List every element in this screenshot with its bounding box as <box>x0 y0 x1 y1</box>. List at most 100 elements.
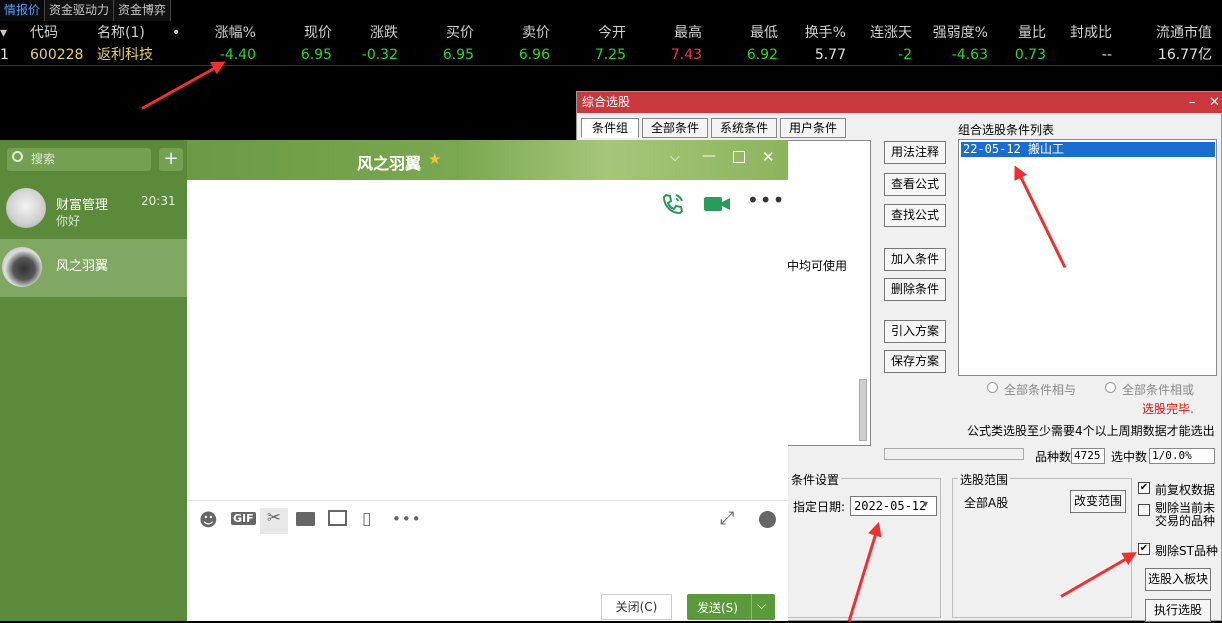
send-button[interactable]: 发送(S) ⌵ <box>687 594 775 620</box>
forward-adjust-label: 前复权数据 <box>1155 483 1216 497</box>
col-code[interactable]: 代码 <box>30 22 64 44</box>
scissors-icon[interactable]: ✂ <box>260 508 288 534</box>
tab-user-conditions[interactable]: 用户条件 <box>780 118 846 138</box>
col-vol-ratio[interactable]: 量比 <box>1000 22 1046 44</box>
gif-icon[interactable]: GIF <box>231 512 256 525</box>
find-formula-button[interactable]: 查找公式 <box>884 204 946 227</box>
col-strength[interactable]: 强弱度% <box>922 22 988 44</box>
avatar <box>2 247 42 287</box>
add-icon[interactable]: + <box>159 148 183 171</box>
count-label: 品种数 <box>1035 450 1072 464</box>
tab-condition-group[interactable]: 条件组 <box>581 118 639 138</box>
checkbox-forward-adjust[interactable]: ✔ <box>1138 482 1150 494</box>
shake-icon[interactable]: ▯ <box>362 509 371 529</box>
folder-icon[interactable] <box>296 512 315 526</box>
run-selection-button[interactable]: 执行选股 <box>1145 599 1211 622</box>
contact-item-active[interactable]: 风之羽翼 <box>0 239 187 297</box>
tab-quote[interactable]: 情报价 <box>0 0 46 21</box>
search-input[interactable]: 搜索 <box>7 148 151 171</box>
progress-bar <box>884 448 1024 460</box>
col-open[interactable]: 今开 <box>574 22 626 44</box>
col-low[interactable]: 最低 <box>726 22 778 44</box>
note-text: 公式类选股至少需要4个以上周期数据才能选出 <box>967 424 1215 438</box>
import-plan-button[interactable]: 引入方案 <box>884 320 946 343</box>
price: 6.95 <box>300 47 332 63</box>
add-condition-button[interactable]: 加入条件 <box>884 248 946 271</box>
image-icon[interactable] <box>328 510 347 526</box>
list-item[interactable]: 22-05-12 搬山工 <box>961 142 1215 157</box>
divider <box>751 594 752 620</box>
col-up-days[interactable]: 连涨天 <box>856 22 912 44</box>
send-label: 发送(S) <box>697 601 738 615</box>
save-plan-button[interactable]: 保存方案 <box>884 350 946 373</box>
view-formula-button[interactable]: 查看公式 <box>884 173 946 196</box>
usage-notes-button[interactable]: 用法注释 <box>884 141 946 164</box>
col-turnover[interactable]: 换手% <box>790 22 846 44</box>
minimize-icon[interactable]: — <box>702 148 716 164</box>
expand-icon[interactable]: ⤢ <box>720 508 734 529</box>
range-value: 全部A股 <box>964 496 1009 510</box>
stock-name: 返利科技 <box>97 47 153 63</box>
video-call-icon[interactable] <box>703 194 731 214</box>
date-picker[interactable]: 2022-05-12 ▾ <box>850 496 937 516</box>
col-change[interactable]: 涨跌 <box>346 22 398 44</box>
radio-all-and[interactable] <box>987 382 998 393</box>
chat-main: ••• ☻ GIF ✂ ▯ ••• ⤢ 关闭(C) 发送(S) ⌵ <box>187 180 788 621</box>
chevron-down-icon[interactable]: ⌵ <box>670 150 680 165</box>
to-block-button[interactable]: 选股入板块 <box>1145 568 1211 591</box>
contact-item[interactable]: 财富管理 你好 20:31 <box>0 180 187 238</box>
checkbox-remove-untraded[interactable] <box>1138 504 1150 516</box>
col-price[interactable]: 现价 <box>280 22 332 44</box>
bid: 6.95 <box>442 47 474 63</box>
row-index: 1 <box>0 47 9 63</box>
radio-all-or[interactable] <box>1105 382 1116 393</box>
selected-value: 1/0.0% <box>1149 448 1215 464</box>
scrollbar[interactable] <box>859 379 867 441</box>
close-icon[interactable]: ✕ <box>1209 92 1220 113</box>
col-high[interactable]: 最高 <box>650 22 702 44</box>
col-name[interactable]: 名称(1) <box>97 22 157 44</box>
close-icon[interactable]: ✕ <box>762 148 775 166</box>
quote-header: ▾ 代码 名称(1) • 涨幅% 现价 涨跌 买价 卖价 今开 最高 最低 换手… <box>0 22 1222 44</box>
vol-ratio: 0.73 <box>1014 47 1046 63</box>
tab-system-conditions[interactable]: 系统条件 <box>711 118 777 138</box>
col-bid[interactable]: 买价 <box>422 22 474 44</box>
voice-call-icon[interactable] <box>661 192 685 216</box>
more-tools-icon[interactable]: ••• <box>392 510 422 528</box>
status-text: 选股完毕. <box>1142 402 1194 416</box>
ask: 6.96 <box>518 47 550 63</box>
tab-fund-game[interactable]: 资金博弈 <box>114 0 172 21</box>
more-icon[interactable]: ••• <box>747 188 785 212</box>
col-float-mv[interactable]: 流通市值 <box>1140 22 1212 44</box>
count-value: 4725 <box>1071 448 1105 464</box>
turnover: 5.77 <box>814 47 846 63</box>
tab-all-conditions[interactable]: 全部条件 <box>642 118 708 138</box>
checkbox-remove-st[interactable]: ✔ <box>1138 543 1150 555</box>
chat-titlebar: 风之羽翼 ★ ⌵ — ✕ <box>187 140 788 180</box>
date-label: 指定日期: <box>793 500 846 514</box>
combo-condition-list[interactable]: 22-05-12 搬山工 <box>958 139 1217 376</box>
maximize-icon[interactable] <box>733 151 745 163</box>
divider <box>187 500 788 501</box>
radio-all-or-label: 全部条件相或 <box>1122 383 1195 397</box>
sort-arrow-icon[interactable]: ▾ <box>0 22 7 44</box>
up-days: -2 <box>898 47 912 63</box>
delete-condition-button[interactable]: 删除条件 <box>884 278 946 301</box>
selected-label: 选中数 <box>1111 450 1148 464</box>
minimize-icon[interactable]: – <box>1189 92 1196 113</box>
close-chat-button[interactable]: 关闭(C) <box>601 594 672 620</box>
float-mv: 16.77亿 <box>1157 47 1212 63</box>
tab-fund-drive[interactable]: 资金驱动力 <box>45 0 115 21</box>
high: 7.43 <box>670 47 702 63</box>
col-change-pct[interactable]: 涨幅% <box>190 22 256 44</box>
quote-row[interactable]: 1 600228 返利科技 -4.40 6.95 -0.32 6.95 6.96… <box>0 44 1222 66</box>
col-ask[interactable]: 卖价 <box>498 22 550 44</box>
chevron-down-icon[interactable]: ⌵ <box>757 598 766 613</box>
change-range-button[interactable]: 改变范围 <box>1070 490 1126 513</box>
history-icon[interactable] <box>759 511 776 528</box>
emoji-icon[interactable]: ☻ <box>199 510 218 531</box>
star-icon: ★ <box>428 150 442 168</box>
contact-name: 风之羽翼 <box>56 259 109 274</box>
col-seal-ratio[interactable]: 封成比 <box>1056 22 1112 44</box>
chevron-down-icon[interactable]: ▾ <box>923 499 928 510</box>
